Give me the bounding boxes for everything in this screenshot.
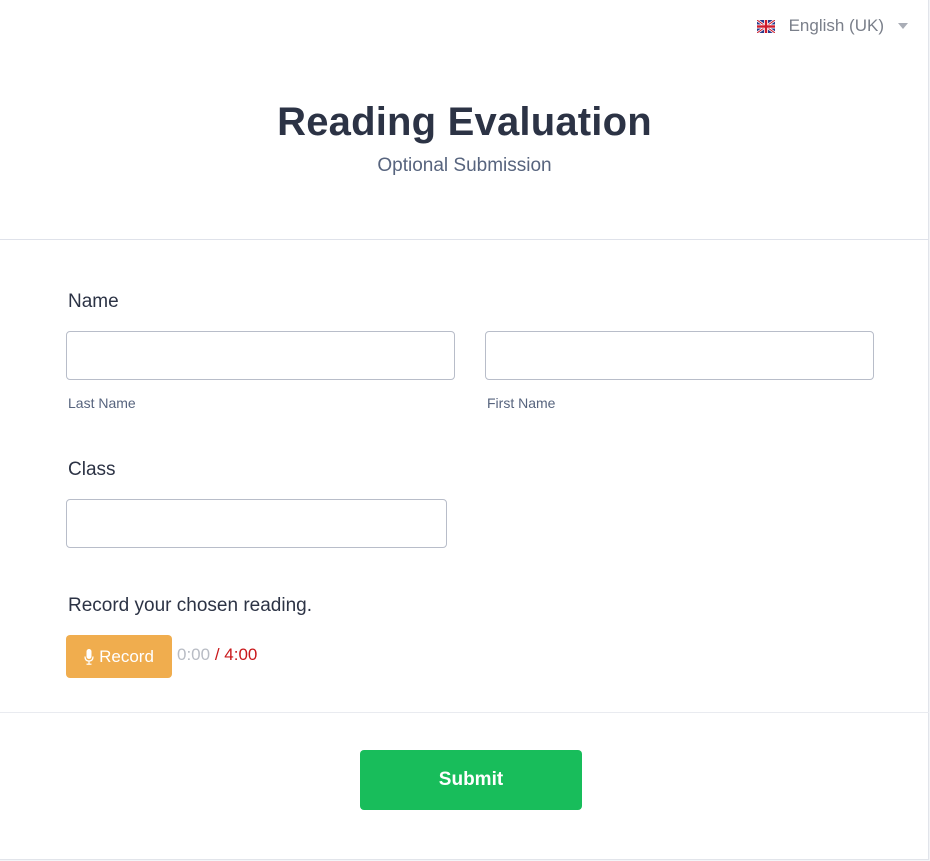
record-button-label: Record (99, 646, 154, 666)
header-divider (0, 239, 929, 240)
first-name-input[interactable] (485, 331, 874, 380)
recording-label: Record your chosen reading. (68, 595, 312, 616)
class-label: Class (68, 459, 116, 480)
language-selector[interactable]: English (UK) (756, 16, 908, 36)
footer-divider (0, 712, 929, 713)
last-name-sublabel: Last Name (68, 395, 136, 411)
page-subtitle: Optional Submission (377, 155, 552, 176)
timer-limit: / 4:00 (214, 645, 258, 664)
recording-timer: 0:00 / 4:00 (177, 645, 257, 665)
timer-elapsed: 0:00 (177, 645, 211, 664)
first-name-sublabel: First Name (487, 395, 556, 411)
uk-flag-icon (756, 19, 775, 33)
name-label: Name (68, 291, 119, 312)
submit-button[interactable]: Submit (360, 750, 582, 810)
language-label: English (UK) (788, 16, 884, 35)
class-input[interactable] (66, 499, 447, 548)
last-name-input[interactable] (66, 331, 455, 380)
microphone-icon (84, 648, 94, 665)
form-header: Reading Evaluation Optional Submission (0, 100, 929, 177)
form-card: English (UK) Reading Evaluation Optional… (0, 0, 929, 860)
chevron-down-icon (898, 23, 908, 29)
page-title: Reading Evaluation (277, 100, 652, 144)
record-button[interactable]: Record (66, 635, 172, 678)
